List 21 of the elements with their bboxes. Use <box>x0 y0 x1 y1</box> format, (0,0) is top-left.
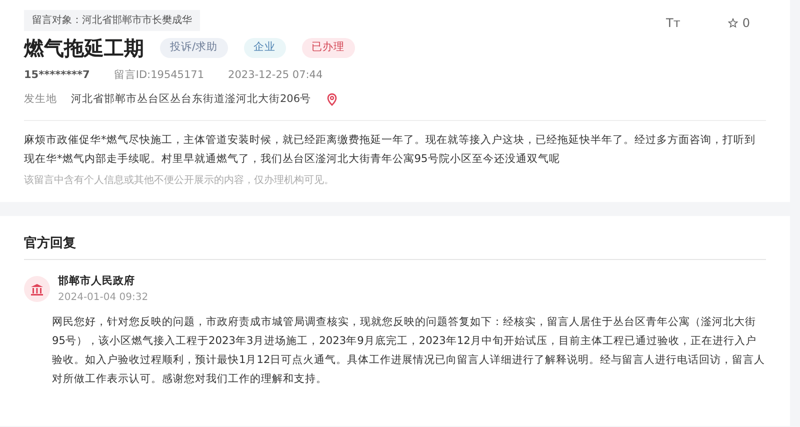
message-body: 麻烦市政催促华*燃气尽快施工，主体管道安装时候，就已经距离缴费拖延一年了。现在就等接入户这块，已经拖延快半年了。经过多方面咨询，打听到现在华*燃气内部走手续呢。村里早就通燃气了，我们丛台区滏河北大街青年公寓95号院小区至今还没通双气呢 <box>24 132 756 166</box>
reply-heading: 官方回复 <box>24 234 77 252</box>
reply-time: 2024-01-04 09:32 <box>58 290 148 305</box>
message-title: 燃气拖延工期 <box>24 36 144 60</box>
message-target: 留言对象：河北省邯郸市市长樊成华 <box>24 10 200 31</box>
font-size-button[interactable]: Tт <box>666 14 680 32</box>
building-icon <box>30 282 44 296</box>
category-tag: 投诉/求助 <box>160 38 228 58</box>
star-icon <box>728 18 738 28</box>
status-tag: 已办理 <box>302 38 355 58</box>
author-id: 15********7 <box>24 68 90 83</box>
location-pin-icon <box>327 93 338 106</box>
category-tag: 企业 <box>244 38 286 58</box>
message-time: 2023-12-25 07:44 <box>228 68 323 83</box>
privacy-note: 该留言中含有个人信息或其他不便公开展示的内容，仅办理机构可见。 <box>24 174 335 188</box>
reply-body: 网民您好，针对您反映的问题，市政府责成市城管局调查核实，现就您反映的问题答复如下：经核实，留言人居住于丛台区青年公寓（滏河北大街95号），该小区燃气接入工程于2023年3月进场施工，2023年9月底完工，2023年12月中旬开始试压，目前主体工程已通过验收，正在进行入户验收。如入户验收过程顺利，预计最快1月12日可点火通气。具体工作进展情况已向留言人详细进行了解释说明。经与留言人进行电话回访，留言人对所做工作表示认可。感谢您对我们工作的理解和支持。 <box>51 314 766 387</box>
location-label: 发生地 <box>24 92 57 107</box>
message-id: 留言ID:19545171 <box>114 68 204 83</box>
location-text: 河北省邯郸市丛台区丛台东街道滏河北大街206号 <box>71 92 312 107</box>
favorite-button[interactable]: 0 <box>728 14 750 32</box>
organization-name: 邯郸市人民政府 <box>58 274 136 289</box>
